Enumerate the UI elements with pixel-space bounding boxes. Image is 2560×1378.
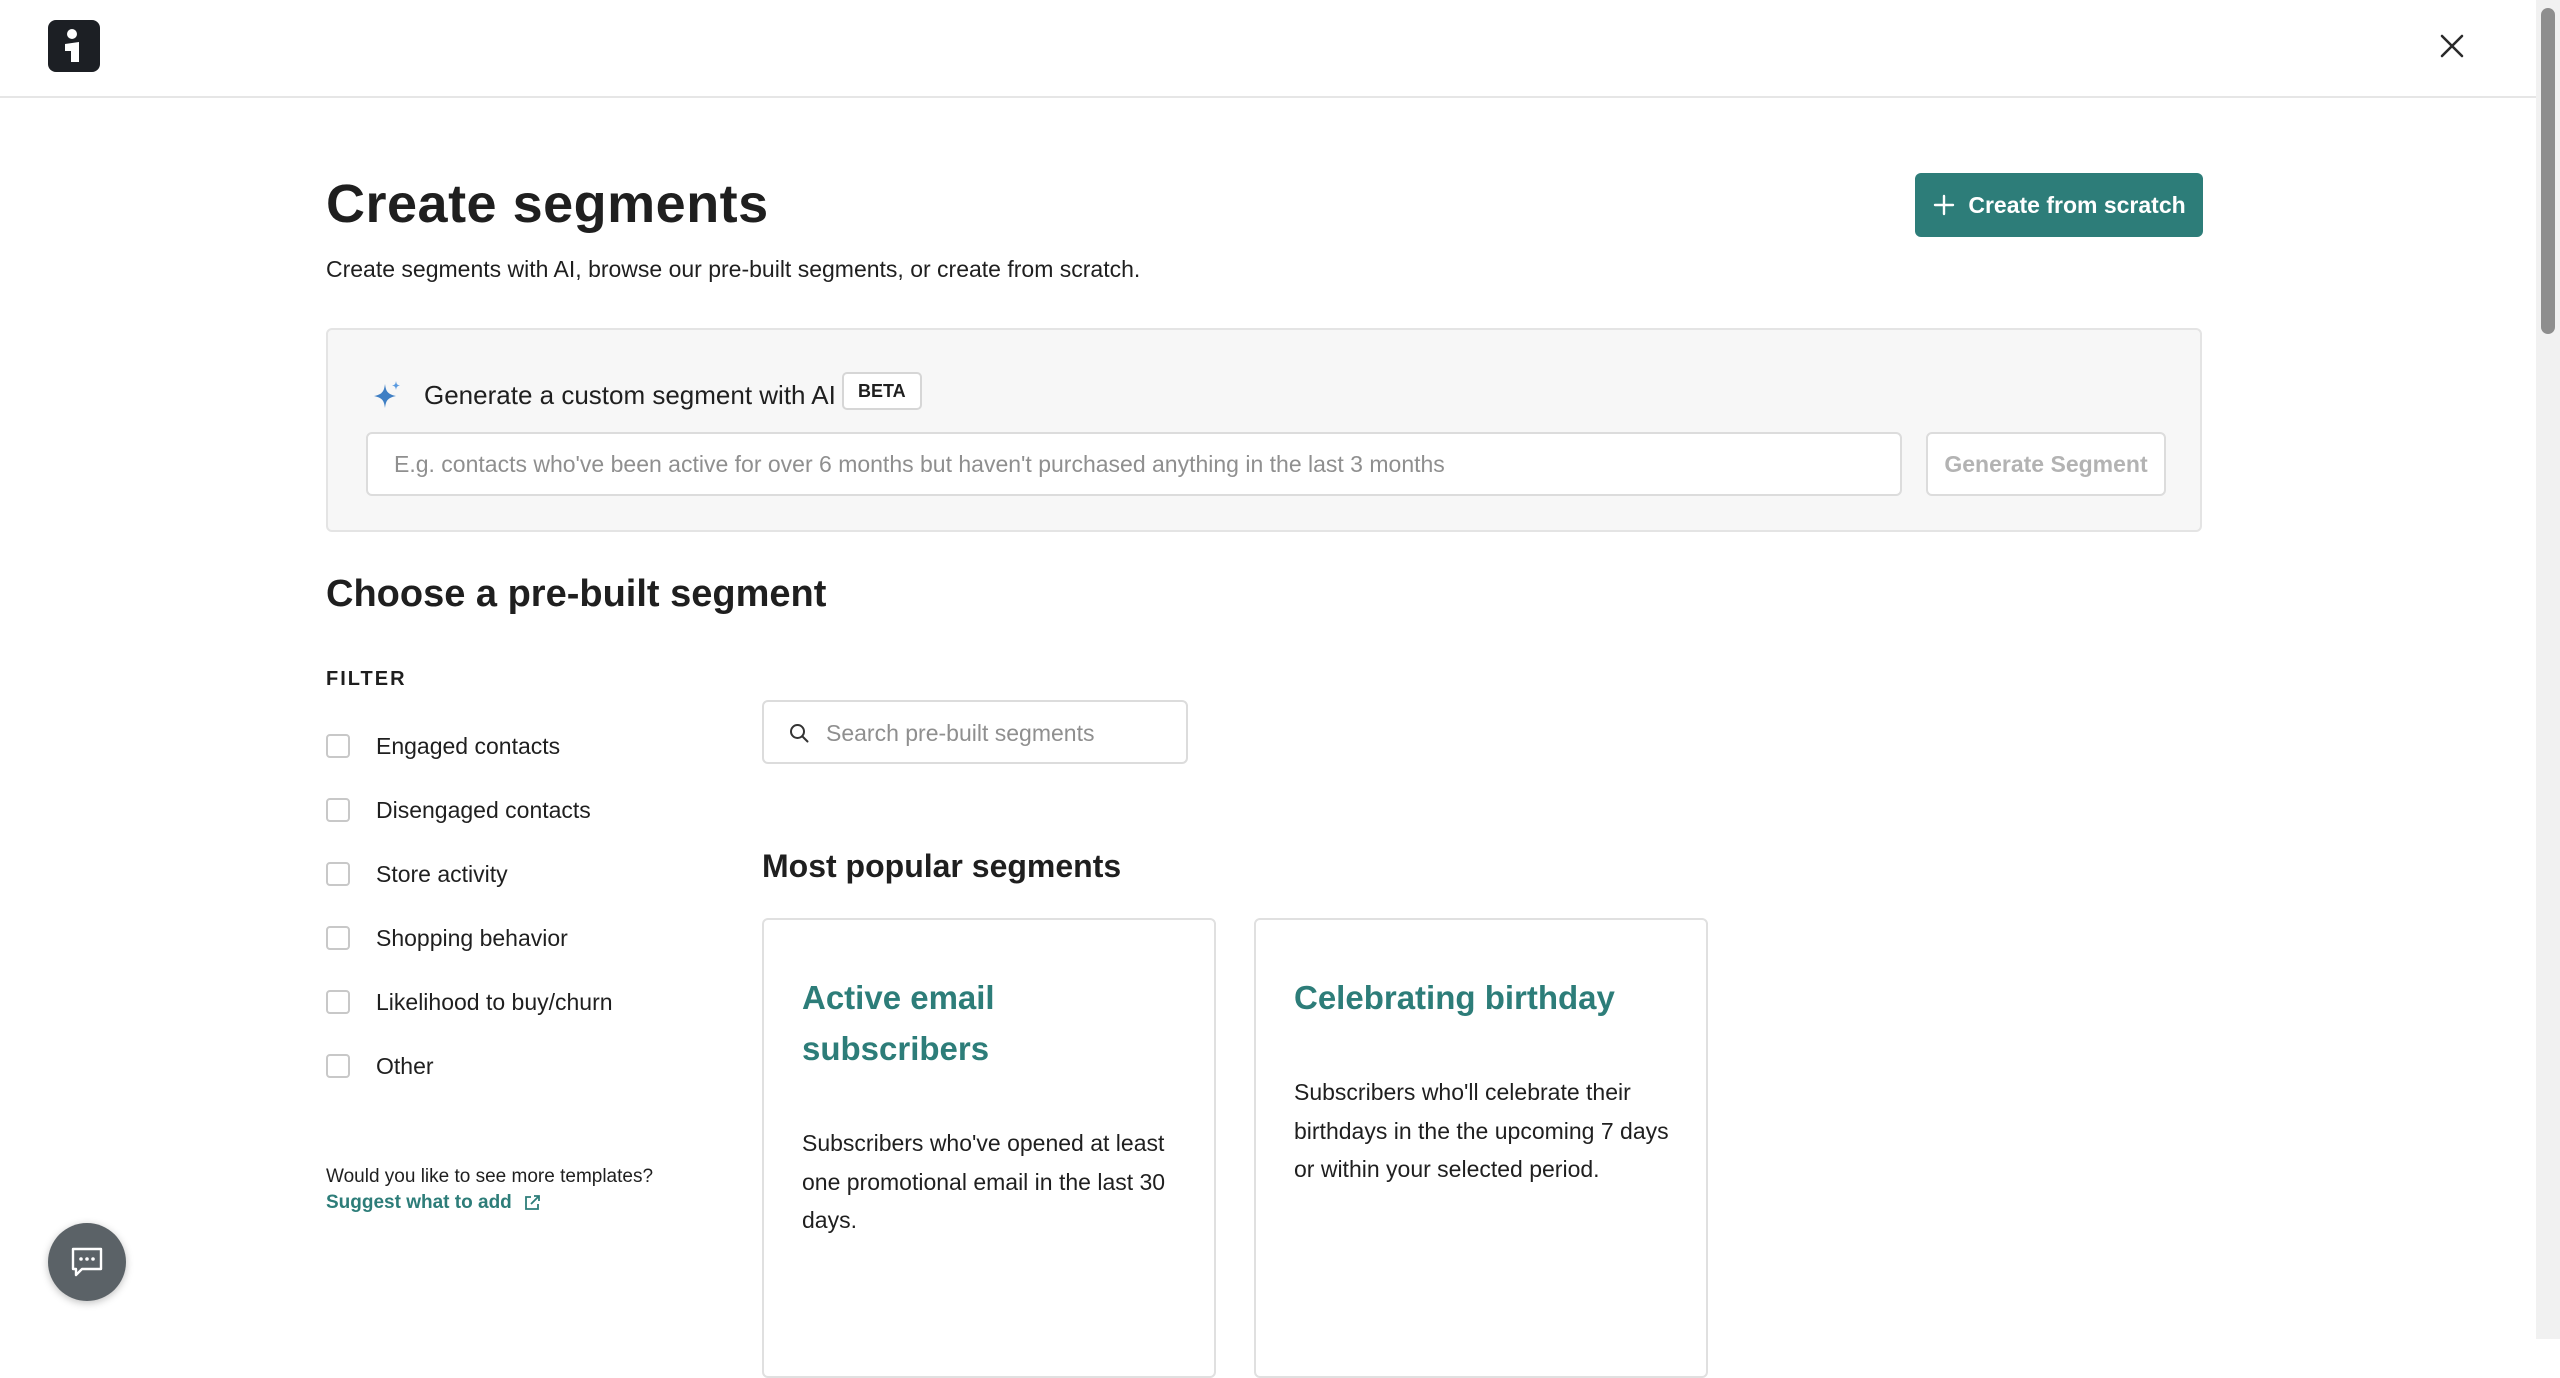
prebuilt-search-box[interactable] <box>762 700 1188 764</box>
checkbox[interactable] <box>326 734 350 758</box>
suggest-templates-link[interactable]: Suggest what to add <box>326 1192 542 1214</box>
filter-label-text: Disengaged contacts <box>376 796 591 823</box>
external-link-icon <box>524 1195 540 1210</box>
filter-disengaged-contacts[interactable]: Disengaged contacts <box>326 778 613 842</box>
ai-generator-title: Generate a custom segment with AI <box>424 380 836 410</box>
card-title: Celebrating birthday <box>1294 979 1615 1016</box>
ai-generator-panel: Generate a custom segment with AI BETA G… <box>326 328 2202 532</box>
checkbox[interactable] <box>326 1054 350 1078</box>
chat-widget-button[interactable] <box>48 1223 126 1301</box>
search-icon <box>790 724 809 743</box>
ai-segment-prompt-input[interactable] <box>366 432 1902 496</box>
page-subtitle: Create segments with AI, browse our pre-… <box>326 256 1141 282</box>
search-input[interactable] <box>824 702 1178 764</box>
checkbox[interactable] <box>326 862 350 886</box>
more-templates-question: Would you like to see more templates? <box>326 1166 654 1187</box>
close-icon[interactable] <box>2432 26 2472 66</box>
filter-label: FILTER <box>326 668 407 690</box>
page-title: Create segments <box>326 174 769 234</box>
filter-store-activity[interactable]: Store activity <box>326 842 613 906</box>
suggest-link-label: Suggest what to add <box>326 1192 512 1213</box>
filter-list: Engaged contacts Disengaged contacts Sto… <box>326 714 613 1098</box>
filter-label-text: Other <box>376 1052 434 1079</box>
brand-logo-icon[interactable] <box>48 20 100 72</box>
card-title: Active email subscribers <box>802 979 995 1067</box>
segment-card-active-email-subscribers[interactable]: Active email subscribers Subscribers who… <box>762 918 1216 1378</box>
sparkle-icon <box>374 381 400 408</box>
filter-label-text: Shopping behavior <box>376 924 568 951</box>
card-description: Subscribers who'll celebrate their birth… <box>1294 1079 1669 1182</box>
popular-segments-title: Most popular segments <box>762 848 1122 884</box>
plus-icon <box>1934 194 1955 216</box>
prebuilt-section-title: Choose a pre-built segment <box>326 573 827 615</box>
filter-other[interactable]: Other <box>326 1034 613 1098</box>
card-description: Subscribers who've opened at least one p… <box>802 1130 1166 1233</box>
scrollbar-thumb[interactable] <box>2541 8 2555 334</box>
checkbox[interactable] <box>326 798 350 822</box>
create-from-scratch-label: Create from scratch <box>1968 191 2186 218</box>
filter-likelihood-to-buy-churn[interactable]: Likelihood to buy/churn <box>326 970 613 1034</box>
beta-badge: BETA <box>842 372 922 410</box>
checkbox[interactable] <box>326 990 350 1014</box>
generate-segment-button[interactable]: Generate Segment <box>1926 432 2166 496</box>
filter-engaged-contacts[interactable]: Engaged contacts <box>326 714 613 778</box>
segment-card-celebrating-birthday[interactable]: Celebrating birthday Subscribers who'll … <box>1254 918 1708 1378</box>
filter-label-text: Store activity <box>376 860 508 887</box>
create-from-scratch-button[interactable]: Create from scratch <box>1915 173 2203 237</box>
top-bar <box>0 0 2536 98</box>
filter-label-text: Likelihood to buy/churn <box>376 988 613 1015</box>
checkbox[interactable] <box>326 926 350 950</box>
chat-icon <box>71 1247 103 1277</box>
filter-label-text: Engaged contacts <box>376 732 561 759</box>
filter-shopping-behavior[interactable]: Shopping behavior <box>326 906 613 970</box>
